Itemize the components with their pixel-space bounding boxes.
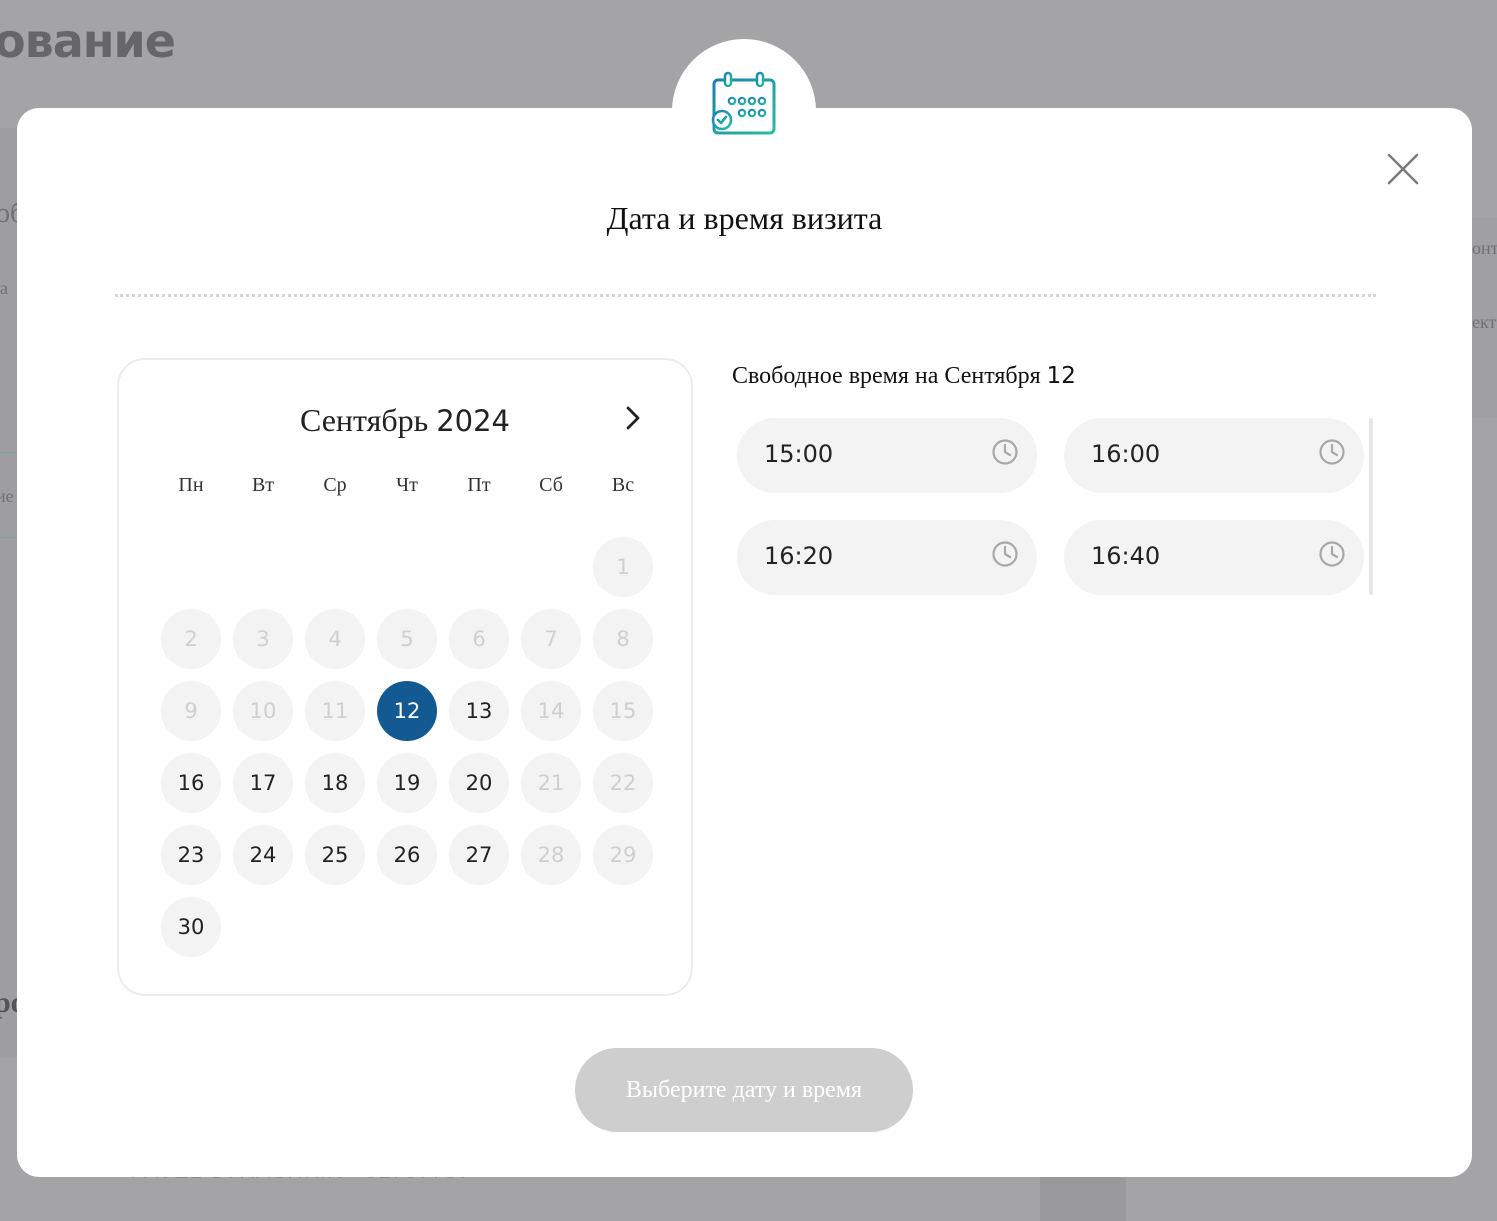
calendar-month: Сентябрь — [299, 402, 429, 438]
calendar: Сентябрь 2024 Пн Вт Ср Чт Пт Сб Вс 1 2 3 4 5 6 7 8 9 10… — [117, 358, 693, 996]
background-text-fragment: ект — [1472, 312, 1497, 332]
clock-icon — [1319, 541, 1345, 567]
time-slot[interactable]: 16:20 — [737, 520, 1037, 595]
calendar-day[interactable]: 19 — [377, 753, 437, 813]
clock-icon — [992, 439, 1018, 465]
calendar-day[interactable]: 25 — [305, 825, 365, 885]
clock-icon — [1319, 439, 1345, 465]
background-heading: ование — [0, 14, 176, 68]
background-text-fragment: онт — [1472, 238, 1497, 258]
weekday-label: Ср — [323, 474, 347, 496]
background-text-fragment: ие — [0, 486, 14, 506]
calendar-check-icon — [711, 71, 776, 135]
calendar-day: 28 — [521, 825, 581, 885]
calendar-day: 8 — [593, 609, 653, 669]
weekday-label: Вс — [611, 474, 635, 496]
time-slot-label: 16:00 — [1091, 440, 1161, 468]
available-time-title: Свободное время на Сентября 12 — [732, 363, 1076, 390]
weekday-header: Пн Вт Ср Чт Пт Сб Вс — [161, 474, 661, 498]
time-slot[interactable]: 16:40 — [1064, 520, 1364, 595]
calendar-day[interactable]: 13 — [449, 681, 509, 741]
calendar-day: 7 — [521, 609, 581, 669]
time-slot-label: 15:00 — [764, 440, 834, 468]
calendar-day: 4 — [305, 609, 365, 669]
calendar-day: 9 — [161, 681, 221, 741]
calendar-day[interactable]: 23 — [161, 825, 221, 885]
weekday-label: Вт — [251, 474, 275, 496]
calendar-day: 21 — [521, 753, 581, 813]
modal-badge — [672, 39, 816, 183]
next-month-button[interactable] — [621, 404, 645, 432]
weekday-label: Чт — [396, 474, 418, 496]
calendar-day: 6 — [449, 609, 509, 669]
calendar-day: 11 — [305, 681, 365, 741]
calendar-day[interactable]: 17 — [233, 753, 293, 813]
calendar-year: 2024 — [436, 404, 511, 438]
calendar-day: 10 — [233, 681, 293, 741]
chevron-right-icon — [626, 406, 640, 430]
background-column — [1040, 1176, 1126, 1221]
clock-icon — [992, 541, 1018, 567]
close-icon — [1387, 153, 1419, 185]
close-button[interactable] — [1386, 152, 1420, 186]
calendar-day: 14 — [521, 681, 581, 741]
background-divider — [0, 452, 17, 453]
calendar-day: 29 — [593, 825, 653, 885]
time-slot[interactable]: 15:00 — [737, 418, 1037, 493]
calendar-day: 3 — [233, 609, 293, 669]
calendar-day[interactable]: 16 — [161, 753, 221, 813]
calendar-day: 5 — [377, 609, 437, 669]
dotted-divider — [115, 294, 1376, 297]
modal-title: Дата и время визита — [606, 200, 883, 236]
select-date-time-button[interactable]: Выберите дату и время — [575, 1048, 913, 1132]
calendar-day[interactable]: 20 — [449, 753, 509, 813]
time-slot-label: 16:40 — [1091, 542, 1161, 570]
time-slot-label: 16:20 — [764, 542, 834, 570]
calendar-day[interactable]: 30 — [161, 897, 221, 957]
calendar-day[interactable]: 24 — [233, 825, 293, 885]
calendar-day-selected[interactable]: 12 — [377, 681, 437, 741]
calendar-day: 2 — [161, 609, 221, 669]
calendar-days-grid: 1 2 3 4 5 6 7 8 9 10 11 12 13 14 15 16 17 18 19 20 21 22 23 24 2… — [161, 537, 661, 957]
background-divider — [0, 537, 17, 538]
weekday-label: Пт — [467, 474, 491, 496]
calendar-day[interactable]: 18 — [305, 753, 365, 813]
calendar-day: 15 — [593, 681, 653, 741]
weekday-label: Пн — [178, 474, 204, 496]
background-text-fragment: а — [0, 278, 8, 298]
weekday-label: Сб — [539, 474, 563, 496]
date-time-modal: Дата и время визита Сентябрь 2024 Пн Вт Ср… — [17, 108, 1472, 1177]
time-slot-scrollbar[interactable] — [1369, 418, 1373, 595]
calendar-day[interactable]: 27 — [449, 825, 509, 885]
calendar-day: 22 — [593, 753, 653, 813]
calendar-day[interactable]: 26 — [377, 825, 437, 885]
available-time-day: 12 — [1046, 363, 1076, 389]
time-slot[interactable]: 16:00 — [1064, 418, 1364, 493]
calendar-day: 1 — [593, 537, 653, 597]
calendar-month-year: Сентябрь 2024 — [119, 402, 691, 439]
available-time-prefix: Свободное время на Сентября — [732, 363, 1041, 389]
